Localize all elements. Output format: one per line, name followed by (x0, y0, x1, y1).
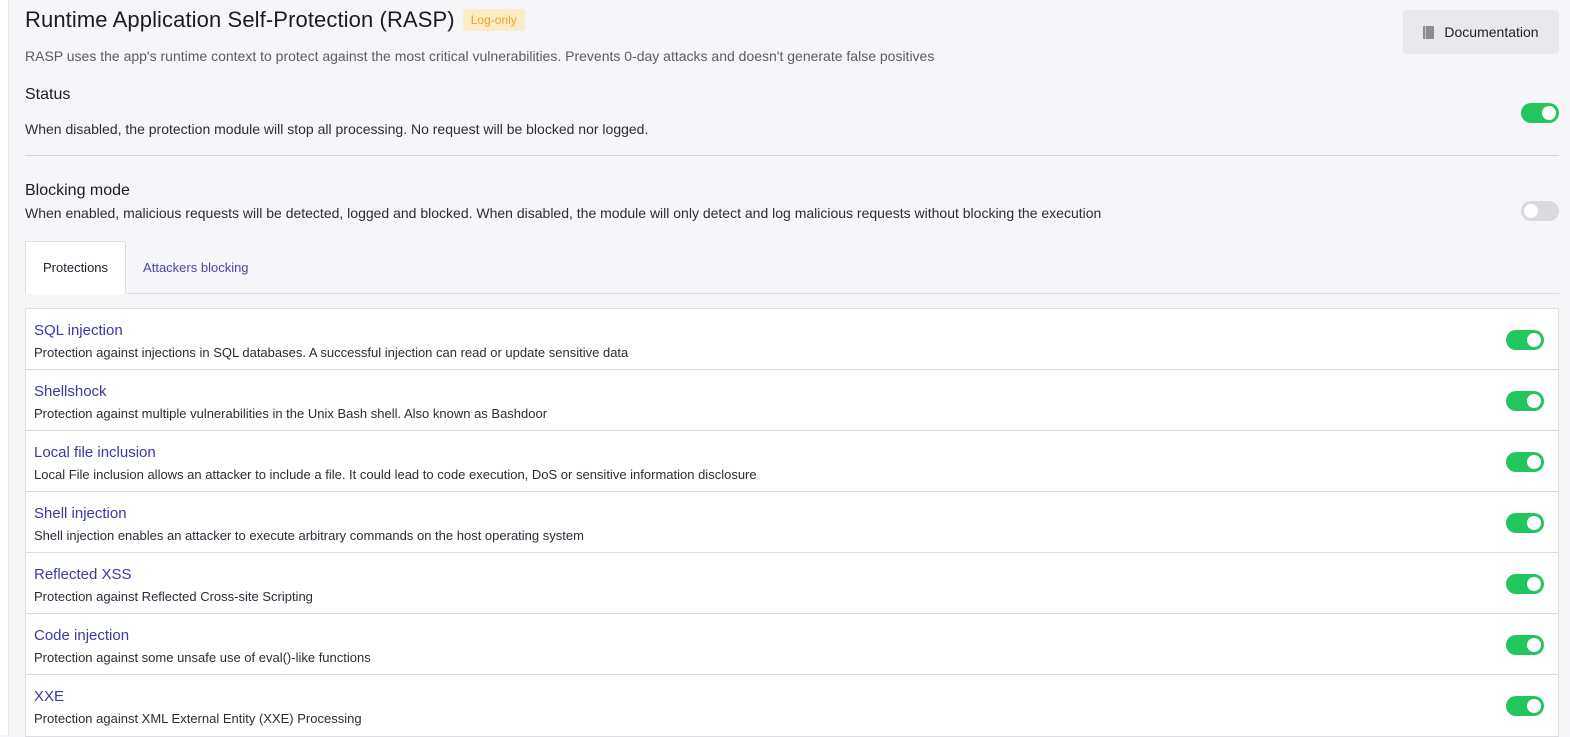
protection-description: Shell injection enables an attacker to e… (34, 528, 584, 543)
protection-description: Local File inclusion allows an attacker … (34, 467, 757, 482)
toggle-knob (1527, 577, 1541, 591)
toggle-knob (1524, 204, 1538, 218)
protection-toggle[interactable] (1506, 513, 1544, 533)
toggle-knob (1527, 333, 1541, 347)
toggle-knob (1527, 394, 1541, 408)
protection-toggle[interactable] (1506, 635, 1544, 655)
protection-row-reflected-xss: Reflected XSS Protection against Reflect… (26, 553, 1558, 614)
left-panel-edge (0, 0, 9, 735)
toggle-knob (1527, 516, 1541, 530)
protection-title[interactable]: SQL injection (34, 322, 123, 339)
protection-description: Protection against multiple vulnerabilit… (34, 406, 548, 421)
protection-row-sql-injection: SQL injection Protection against injecti… (26, 309, 1558, 370)
protection-row-local-file-inclusion: Local file inclusion Local File inclusio… (26, 431, 1558, 492)
tab-bar: Protections Attackers blocking (25, 241, 1559, 294)
protection-row-code-injection: Code injection Protection against some u… (26, 614, 1558, 675)
toggle-knob (1527, 638, 1541, 652)
protection-row-xxe: XXE Protection against XML External Enti… (26, 675, 1558, 736)
title-row: Runtime Application Self-Protection (RAS… (25, 7, 525, 33)
section-divider (25, 155, 1559, 156)
page-title: Runtime Application Self-Protection (RAS… (25, 7, 455, 32)
protection-description: Protection against some unsafe use of ev… (34, 650, 371, 665)
protection-toggle[interactable] (1506, 696, 1544, 716)
protection-title[interactable]: Local file inclusion (34, 444, 156, 461)
protection-description: Protection against injections in SQL dat… (34, 345, 629, 360)
blocking-mode-title: Blocking mode (25, 182, 130, 199)
blocking-mode-toggle[interactable] (1521, 201, 1559, 221)
tab-protections[interactable]: Protections (25, 241, 127, 294)
status-toggle[interactable] (1521, 103, 1559, 123)
protection-title[interactable]: XXE (34, 688, 64, 705)
toggle-knob (1527, 699, 1541, 713)
protection-title[interactable]: Reflected XSS (34, 566, 132, 583)
toggle-knob (1527, 455, 1541, 469)
page-subtitle: RASP uses the app's runtime context to p… (25, 48, 935, 64)
protection-row-shellshock: Shellshock Protection against multiple v… (26, 370, 1558, 431)
protection-title[interactable]: Shellshock (34, 383, 107, 400)
protection-description: Protection against XML External Entity (… (34, 711, 362, 726)
blocking-mode-description: When enabled, malicious requests will be… (25, 205, 1102, 221)
protection-title[interactable]: Code injection (34, 627, 129, 644)
documentation-label: Documentation (1444, 24, 1539, 40)
status-title: Status (25, 86, 71, 103)
status-description: When disabled, the protection module wil… (25, 121, 649, 137)
protection-description: Protection against Reflected Cross-site … (34, 589, 313, 604)
protection-row-shell-injection: Shell injection Shell injection enables … (26, 492, 1558, 553)
protection-toggle[interactable] (1506, 330, 1544, 350)
toggle-knob (1542, 106, 1556, 120)
protections-list: SQL injection Protection against injecti… (25, 308, 1559, 737)
book-icon (1423, 25, 1435, 39)
protection-toggle[interactable] (1506, 391, 1544, 411)
protection-toggle[interactable] (1506, 574, 1544, 594)
protection-toggle[interactable] (1506, 452, 1544, 472)
mode-badge: Log-only (462, 9, 525, 31)
documentation-button[interactable]: Documentation (1403, 10, 1559, 54)
tab-attackers-blocking[interactable]: Attackers blocking (126, 241, 266, 293)
protection-title[interactable]: Shell injection (34, 505, 127, 522)
